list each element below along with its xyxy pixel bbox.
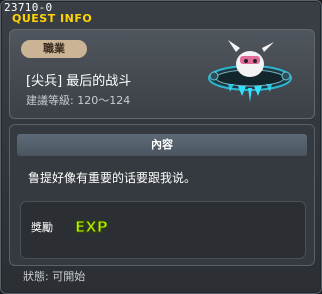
- quest-status: 狀態: 可開始: [23, 270, 86, 283]
- reward-box: 獎勵 EXP: [20, 201, 306, 259]
- content-header: 內容: [17, 134, 307, 156]
- recommended-level: 建議等級: 120～124: [26, 94, 131, 107]
- job-badge: 職業: [21, 40, 87, 58]
- exp-text: EXP: [75, 218, 108, 236]
- quest-summary-panel: 職業 [尖兵] 最后的战斗 建議等級: 120～124: [9, 29, 315, 119]
- window-title: QUEST INFO: [12, 12, 93, 25]
- quest-content-panel: 內容 鲁提好像有重要的话要跟我说。 獎勵 EXP: [9, 124, 315, 266]
- quest-name: [尖兵] 最后的战斗: [26, 74, 132, 89]
- quest-info-window: 23710-0 QUEST INFO 職業 [尖兵] 最后的战斗 建議等級: 1…: [0, 0, 322, 294]
- content-text: 鲁提好像有重要的话要跟我说。: [28, 171, 197, 185]
- exp-reward-icon: EXP: [75, 218, 109, 237]
- npc-ufo-icon: [208, 40, 292, 102]
- reward-label: 獎勵: [31, 221, 53, 234]
